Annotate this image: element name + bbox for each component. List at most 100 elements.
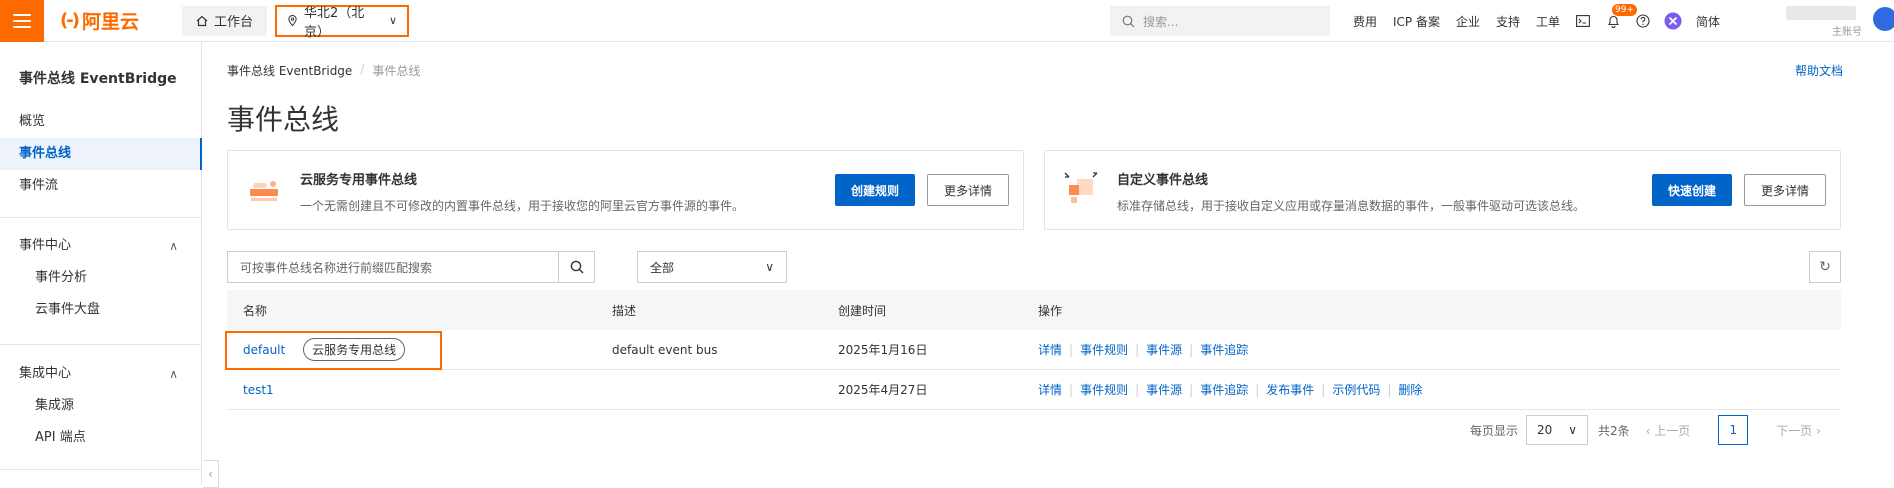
sidebar-item-event-stream[interactable]: 事件流	[0, 170, 202, 202]
custom-bus-icon	[1064, 172, 1098, 203]
home-icon	[196, 15, 208, 26]
bus-name-cell: test1	[243, 383, 274, 397]
sidebar-collapse-button[interactable]: ‹	[203, 460, 219, 488]
total-count: 共2条	[1598, 423, 1630, 438]
quick-create-button[interactable]: 快速创建	[1652, 174, 1733, 206]
action-event-sources-link[interactable]: 事件源	[1146, 341, 1182, 358]
sidebar-divider	[0, 469, 202, 470]
custom-bus-card: 自定义事件总线 标准存储总线，用于接收自定义应用或存量消息数据的事件，一般事件驱…	[1044, 150, 1841, 230]
top-links: 费用 ICP 备案 企业 支持 工单 99+ 简体	[1345, 0, 1728, 42]
action-event-trace-link[interactable]: 事件追踪	[1200, 381, 1248, 398]
bus-actions-cell: 详情 | 事件规则 | 事件源 | 事件追踪 | 发布事件 | 示例代码 | 删除	[1038, 381, 1423, 398]
link-enterprise[interactable]: 企业	[1448, 13, 1488, 30]
next-page-button[interactable]: 下一页 ›	[1776, 422, 1821, 439]
table-row: test1 2025年4月27日 详情 | 事件规则 | 事件源 | 事件追踪 | 发布…	[227, 370, 1841, 410]
account-name-redacted	[1786, 6, 1856, 20]
action-event-trace-link[interactable]: 事件追踪	[1200, 341, 1248, 358]
account-sub-label: 主账号	[1832, 27, 1862, 38]
location-pin-icon	[288, 14, 297, 27]
region-selector[interactable]: 华北2（北京） ∨	[275, 4, 410, 40]
action-publish-event-link[interactable]: 发布事件	[1266, 381, 1314, 398]
refresh-button[interactable]: ↻	[1809, 251, 1841, 283]
filter-selected-value: 全部	[650, 260, 675, 275]
sidebar-group-event-center[interactable]: 事件中心 ∧	[0, 230, 202, 262]
sidebar-group-integration-center[interactable]: 集成中心 ∧	[0, 358, 202, 390]
page-number-button[interactable]: 1	[1718, 415, 1749, 445]
sidebar-item-integration-source[interactable]: 集成源	[0, 390, 202, 422]
region-label: 华北2（北京）	[304, 5, 365, 40]
action-event-sources-link[interactable]: 事件源	[1146, 381, 1182, 398]
action-sample-code-link[interactable]: 示例代码	[1332, 381, 1380, 398]
avatar[interactable]	[1873, 7, 1894, 31]
logo-text: 阿里云	[81, 11, 139, 33]
sidebar-item-cloud-event-dashboard[interactable]: 云事件大盘	[0, 294, 202, 326]
global-search-input[interactable]: 搜索...	[1110, 6, 1330, 36]
search-button[interactable]	[558, 252, 594, 282]
action-event-rules-link[interactable]: 事件规则	[1080, 341, 1128, 358]
breadcrumb-item[interactable]: 事件总线 EventBridge	[227, 62, 352, 79]
card-title: 云服务专用事件总线	[300, 173, 418, 188]
bus-desc-cell: default event bus	[612, 342, 718, 357]
more-details-button[interactable]: 更多详情	[1744, 174, 1827, 206]
breadcrumb-separator: /	[360, 62, 365, 76]
help-circle-icon[interactable]	[1628, 0, 1658, 42]
bus-actions-cell: 详情 | 事件规则 | 事件源 | 事件追踪	[1038, 341, 1249, 358]
search-icon	[570, 260, 583, 274]
create-rule-button[interactable]: 创建规则	[835, 174, 916, 206]
table-header: 名称 描述 创建时间 操作	[227, 290, 1841, 330]
link-support[interactable]: 支持	[1488, 13, 1528, 30]
page-size-value: 20	[1537, 423, 1553, 437]
column-header-actions: 操作	[1038, 303, 1063, 318]
action-event-rules-link[interactable]: 事件规则	[1080, 381, 1128, 398]
workbench-button[interactable]: 工作台	[182, 5, 268, 36]
column-header-name: 名称	[243, 303, 268, 318]
bus-created-cell: 2025年1月16日	[838, 343, 928, 357]
sidebar-item-event-analysis[interactable]: 事件分析	[0, 262, 202, 294]
sidebar-item-api-endpoint[interactable]: API 端点	[0, 422, 202, 454]
card-description: 一个无需创建且不可修改的内置事件总线，用于接收您的阿里云官方事件源的事件。	[300, 199, 745, 213]
chevron-up-icon: ∧	[169, 239, 178, 253]
bus-name-link[interactable]: default	[243, 343, 285, 357]
sidebar-item-event-bus[interactable]: 事件总线	[0, 138, 202, 170]
sidebar-divider	[0, 344, 202, 345]
breadcrumb: 事件总线 EventBridge / 事件总线	[227, 62, 420, 79]
link-billing[interactable]: 费用	[1345, 13, 1385, 30]
bus-created-cell: 2025年4月27日	[838, 383, 928, 397]
account-info[interactable]: 主账号	[1786, 4, 1866, 38]
global-search-placeholder: 搜索...	[1143, 14, 1179, 29]
pagination: 每页显示 20 ∨ 共2条 ‹ 上一页 1 下一页 ›	[1470, 414, 1821, 446]
bus-search-input[interactable]: 可按事件总线名称进行前缀匹配搜索	[227, 251, 595, 283]
page-size-select[interactable]: 20 ∨	[1526, 415, 1589, 445]
notification-bell-icon[interactable]: 99+	[1598, 0, 1638, 42]
card-description: 标准存储总线，用于接收自定义应用或存量消息数据的事件，一般事件驱动可选该总线。	[1117, 199, 1586, 213]
chevron-down-icon: ∨	[765, 260, 774, 274]
action-details-link[interactable]: 详情	[1038, 341, 1062, 358]
more-details-button[interactable]: 更多详情	[927, 174, 1010, 206]
logo-mark: (-)	[60, 10, 80, 31]
bus-name-link[interactable]: test1	[243, 383, 274, 397]
help-docs-link[interactable]: 帮助文档	[1795, 62, 1843, 79]
next-page-label: 下一页	[1776, 423, 1813, 438]
prev-page-label: 上一页	[1654, 423, 1691, 438]
link-icp[interactable]: ICP 备案	[1385, 13, 1448, 30]
search-icon	[1122, 15, 1135, 27]
terminal-icon[interactable]	[1568, 0, 1598, 42]
workbench-label: 工作台	[214, 15, 254, 30]
ai-assistant-icon[interactable]	[1658, 0, 1688, 42]
column-header-desc: 描述	[612, 303, 637, 318]
action-delete-link[interactable]: 删除	[1398, 381, 1422, 398]
prev-page-button[interactable]: ‹ 上一页	[1646, 422, 1691, 439]
action-details-link[interactable]: 详情	[1038, 381, 1062, 398]
language-switch[interactable]: 简体	[1688, 13, 1728, 30]
bus-type-filter-select[interactable]: 全部 ∨	[637, 251, 787, 283]
sidebar: 事件总线 EventBridge 概览 事件总线 事件流 事件中心 ∧ 事件分析…	[0, 42, 202, 485]
per-page-label: 每页显示	[1470, 423, 1519, 438]
refresh-icon: ↻	[1819, 259, 1831, 275]
table-row: default 云服务专用总线 default event bus 2025年1…	[227, 330, 1841, 370]
link-ticket[interactable]: 工单	[1528, 13, 1568, 30]
sidebar-item-overview[interactable]: 概览	[0, 106, 202, 138]
hamburger-menu-button[interactable]	[0, 0, 44, 42]
aliyun-logo[interactable]: (-) 阿里云	[60, 7, 170, 34]
chevron-down-icon: ∨	[1568, 423, 1578, 437]
search-placeholder: 可按事件总线名称进行前缀匹配搜索	[240, 260, 433, 275]
